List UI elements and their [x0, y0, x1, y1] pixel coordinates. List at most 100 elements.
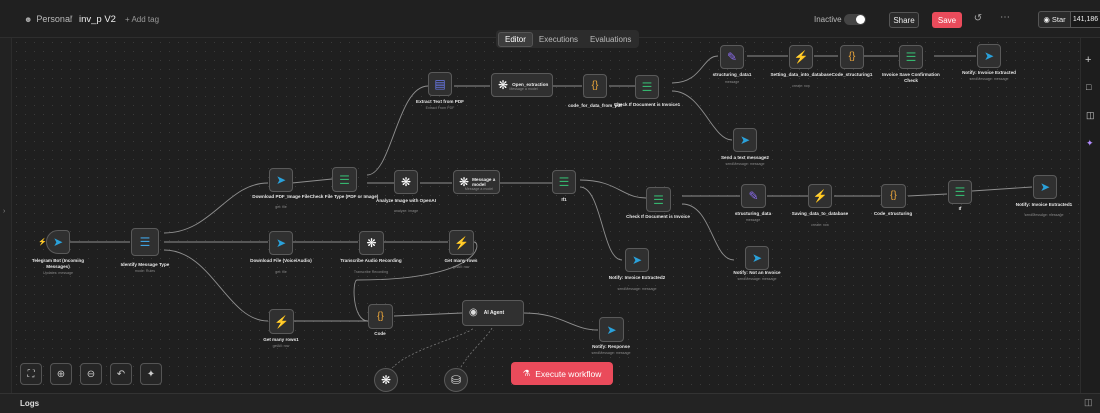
tab-editor[interactable]: Editor — [498, 31, 533, 47]
node-code-for-data[interactable]: {} — [583, 74, 607, 98]
node-check-file-type[interactable]: ☰ — [332, 167, 357, 192]
node-get-many-rows1[interactable]: ⚡ — [269, 309, 294, 334]
node-subtitle: create: row — [811, 223, 829, 227]
node-ai-agent[interactable]: ◉ AI Agent — [462, 300, 524, 326]
node-send-text-message2[interactable]: ➤ — [733, 128, 757, 152]
node-notify-response[interactable]: ➤ — [599, 317, 624, 342]
node-notify-invoice-extracted2[interactable]: ➤ — [625, 248, 649, 272]
node-invoice-save-check[interactable]: ☰ — [899, 45, 923, 69]
node-get-many-rows[interactable]: ⚡ — [449, 230, 474, 255]
node-download-pdf[interactable]: ➤ — [269, 168, 293, 192]
telegram-icon: ➤ — [739, 133, 751, 147]
node-open-extraction[interactable]: ❋ Open_extraction — [491, 73, 553, 97]
node-structuring-data[interactable]: ✎ — [741, 184, 766, 208]
node-label: Telegram Bot (Incoming Messages) — [31, 258, 85, 269]
switch-icon: ☰ — [653, 192, 664, 207]
share-button[interactable]: Share — [889, 12, 919, 28]
logs-panel-bar[interactable]: Logs ◫ — [0, 393, 1100, 413]
node-saving-data[interactable]: ⚡ — [808, 184, 832, 208]
node-label: Code_structuring — [873, 211, 913, 216]
sticky-note-icon[interactable]: □ — [1086, 82, 1091, 92]
bolt-icon: ⚡ — [274, 314, 289, 329]
node-extract-pdf[interactable]: ▤ — [428, 72, 452, 96]
node-telegram-trigger[interactable]: ➤ — [46, 230, 70, 254]
undo-icon: ↶ — [116, 368, 126, 380]
node-notify-invoice-extracted[interactable]: ➤ — [977, 44, 1001, 68]
telegram-icon: ➤ — [275, 236, 287, 250]
node-subtitle: Message a model — [509, 87, 538, 91]
star-label: Star — [1051, 15, 1066, 24]
node-check-invoice[interactable]: ☰ — [646, 187, 671, 212]
tidy-up-button[interactable]: ✦ — [140, 363, 162, 385]
node-subtitle: getAll: row — [272, 344, 290, 348]
active-toggle[interactable] — [844, 14, 866, 25]
workspace-breadcrumb[interactable]: ☻ Personal — [24, 0, 72, 38]
node-subtitle: mode: Rules — [134, 269, 156, 273]
node-code-structuring1[interactable]: {} — [840, 45, 864, 69]
node-if1[interactable]: ☰ — [552, 170, 576, 194]
zoom-out-icon: ⊖ — [86, 368, 96, 380]
zoom-in-button[interactable]: ⊕ — [50, 363, 72, 385]
switch-icon: ☰ — [905, 50, 917, 64]
node-openai-chat-model[interactable]: ❋ — [374, 368, 398, 392]
fit-view-button[interactable]: ⛶ — [20, 363, 42, 385]
connection-agent-notify — [523, 312, 599, 331]
node-label: structuring_data1 — [712, 72, 752, 77]
node-structuring-data1[interactable]: ✎ — [720, 45, 744, 69]
node-notify-not-invoice[interactable]: ➤ — [745, 246, 769, 270]
node-subtitle: Extract From PDF — [425, 106, 455, 110]
code-icon: {} — [890, 190, 897, 201]
node-download-audio[interactable]: ➤ — [269, 231, 293, 255]
telegram-icon: ➤ — [1039, 180, 1051, 194]
node-analyze-image[interactable]: ❋ — [394, 170, 418, 194]
node-label: AI Agent — [483, 310, 505, 316]
zoom-out-button[interactable]: ⊖ — [80, 363, 102, 385]
workflow-name[interactable]: inv_p V2 — [79, 0, 116, 38]
node-identify-message-type[interactable]: ☰ — [131, 228, 159, 256]
code-icon: {} — [591, 80, 599, 91]
node-transcribe-audio[interactable]: ❋ — [359, 231, 384, 255]
expand-logs-icon[interactable]: ◫ — [1084, 397, 1093, 408]
execute-workflow-button[interactable]: ⚗ Execute workflow — [511, 362, 613, 385]
node-code-structuring[interactable]: {} — [881, 184, 906, 208]
expand-sidebar-icon[interactable]: › — [3, 208, 5, 215]
save-button[interactable]: Save — [932, 12, 962, 28]
node-label: Saving_data_to_database — [791, 211, 849, 216]
node-if[interactable]: ☰ — [948, 180, 972, 204]
star-count: 141,186 — [1071, 11, 1100, 28]
node-notify-invoice-extracted1[interactable]: ➤ — [1033, 175, 1057, 199]
tab-evaluations[interactable]: Evaluations — [584, 33, 637, 46]
node-subtitle: get: file — [275, 270, 287, 274]
ai-assistant-icon[interactable]: ✦ — [1086, 138, 1094, 149]
node-label: Get many rows1 — [263, 337, 299, 342]
node-subtitle: sendMessage: message — [591, 351, 631, 355]
github-star-button[interactable]: ◉ Star — [1038, 11, 1071, 28]
undo-button[interactable]: ↶ — [110, 363, 132, 385]
node-subtitle: analyze: image — [393, 209, 419, 213]
node-setting-data[interactable]: ⚡ — [789, 45, 813, 69]
more-options-icon[interactable]: ⋯ — [998, 12, 1012, 26]
node-code[interactable]: {} — [368, 304, 393, 329]
telegram-icon: ➤ — [52, 235, 64, 249]
node-subtitle: message — [745, 218, 761, 222]
node-simple-memory[interactable]: ⛁ — [444, 368, 468, 392]
node-label: If — [958, 206, 962, 211]
node-subtitle: message — [724, 80, 740, 84]
node-check-invoice1[interactable]: ☰ — [635, 75, 659, 99]
extract-icon: ▤ — [434, 77, 446, 91]
tab-executions[interactable]: Executions — [533, 33, 584, 46]
node-label: Extract Text from PDF — [416, 99, 464, 104]
panel-icon[interactable]: ◫ — [1086, 110, 1095, 121]
node-label: Get many rows — [444, 258, 478, 263]
github-icon: ◉ — [1043, 15, 1050, 24]
node-label: Download PDF_Image File — [252, 194, 310, 199]
node-subtitle: getAll: row — [452, 265, 470, 269]
node-label: Check File Type (PDF or Image) — [309, 194, 379, 199]
add-node-icon[interactable]: + — [1085, 54, 1091, 66]
add-tag-button[interactable]: + Add tag — [125, 0, 159, 38]
switch-icon: ☰ — [339, 172, 350, 187]
history-icon[interactable]: ↺ — [971, 13, 985, 27]
node-label: Message a model — [472, 176, 496, 188]
breadcrumb-separator: / — [70, 14, 73, 24]
view-tabs: Editor Executions Evaluations — [496, 30, 640, 48]
